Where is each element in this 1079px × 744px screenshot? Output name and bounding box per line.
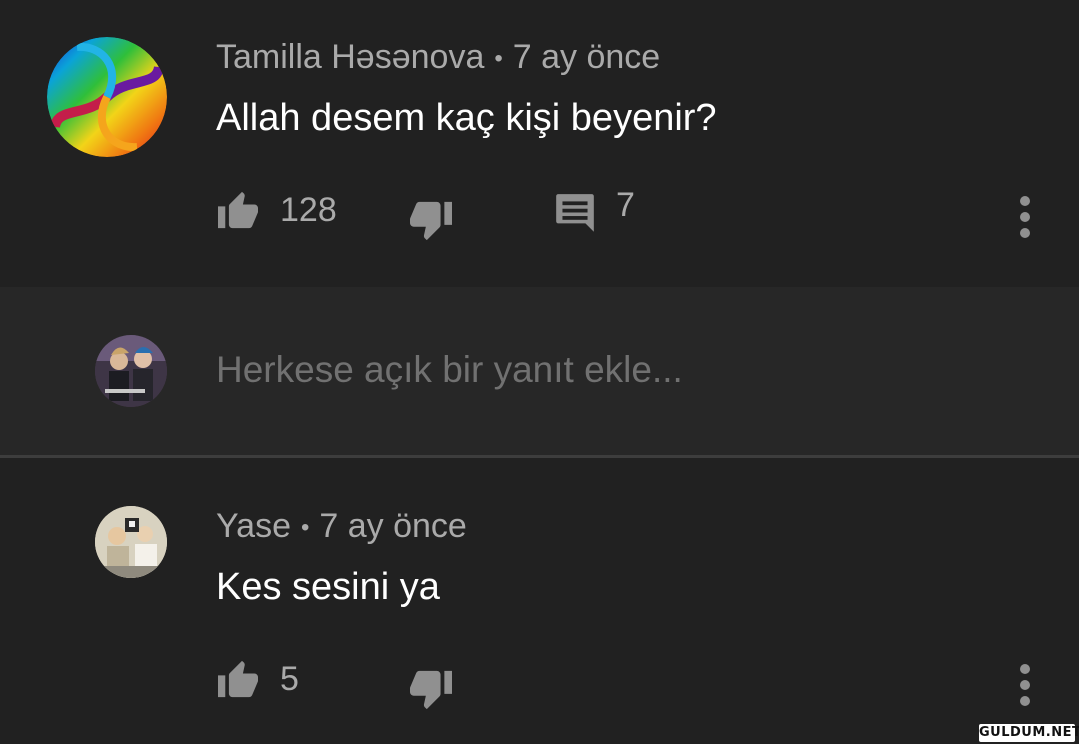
more-vert-icon[interactable] <box>1015 664 1035 708</box>
author-avatar[interactable] <box>95 506 167 578</box>
author-name[interactable]: Tamilla Həsənova <box>216 38 484 76</box>
dislike-button[interactable] <box>408 669 454 711</box>
like-count: 128 <box>280 190 337 229</box>
meta-separator: • <box>494 45 503 73</box>
thumbs-up-icon <box>218 191 258 229</box>
reply-button[interactable]: 7 <box>554 186 635 238</box>
comment-thread-2: Yase • 7 ay önce Kes sesini ya 5 <box>0 458 1079 744</box>
thumbs-down-icon <box>410 670 452 710</box>
reply-input-field[interactable]: Herkese açık bir yanıt ekle... <box>216 349 1016 391</box>
author-avatar[interactable] <box>47 37 167 157</box>
comment-text: Allah desem kaç kişi beyenir? <box>216 97 717 139</box>
comment-icon <box>556 194 594 232</box>
comment-time[interactable]: 7 ay önce <box>319 507 466 545</box>
comment-meta: Tamilla Həsənova • 7 ay önce <box>216 38 660 77</box>
comment-meta: Yase • 7 ay önce <box>216 507 467 546</box>
author-name[interactable]: Yase <box>216 507 291 545</box>
band-photo-avatar-image <box>95 335 167 407</box>
comment-thread-1: Tamilla Həsənova • 7 ay önce Allah desem k… <box>0 0 1079 287</box>
meta-separator: • <box>300 514 310 542</box>
more-vert-icon[interactable] <box>1015 196 1035 240</box>
photo-group-avatar-image <box>95 506 167 578</box>
thumbs-up-icon <box>218 660 258 698</box>
like-button[interactable]: 128 <box>216 190 337 230</box>
dislike-button[interactable] <box>408 200 454 242</box>
reply-count: 7 <box>616 185 635 224</box>
thumbs-down-icon <box>410 201 452 241</box>
user-avatar <box>95 335 167 407</box>
comment-time[interactable]: 7 ay önce <box>513 38 660 76</box>
comment-text: Kes sesini ya <box>216 566 440 608</box>
like-count: 5 <box>280 659 299 698</box>
reply-input-row: Herkese açık bir yanıt ekle... <box>0 287 1079 455</box>
rainbow-spiral-avatar-image <box>47 37 167 157</box>
like-button[interactable]: 5 <box>216 659 299 699</box>
watermark: GULDUM.NET <box>979 724 1079 742</box>
